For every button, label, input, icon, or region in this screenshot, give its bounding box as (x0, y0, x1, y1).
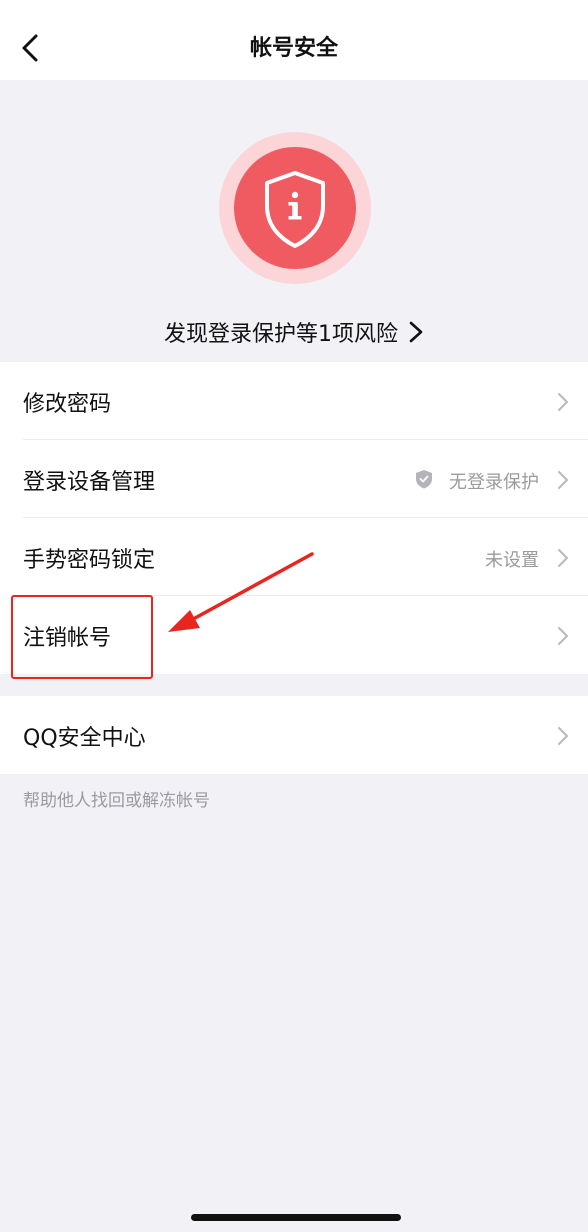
change-password-label: 修改密码 (23, 392, 112, 417)
navigation-bar: 帐号安全 (0, 0, 588, 80)
security-status-section: 发现登录保护等1项风险 (0, 80, 588, 362)
qq-security-center-list: QQ安全中心 (0, 696, 588, 774)
home-indicator[interactable] (191, 1214, 401, 1221)
qq-security-center-row[interactable]: QQ安全中心 (0, 696, 588, 774)
chevron-right-icon (408, 320, 424, 350)
gesture-lock-status: 未设置 (485, 550, 539, 571)
page-title: 帐号安全 (249, 36, 338, 61)
risk-summary-link[interactable]: 发现登录保护等1项风险 (0, 316, 588, 350)
gesture-lock-label: 手势密码锁定 (23, 548, 156, 573)
chevron-right-icon (557, 726, 569, 750)
device-management-label: 登录设备管理 (23, 470, 156, 495)
login-protection-status: 无登录保护 (449, 472, 539, 493)
annotation-highlight-box (11, 595, 153, 679)
annotation-arrow (168, 552, 314, 632)
qq-security-center-label: QQ安全中心 (23, 726, 146, 751)
device-management-row[interactable]: 登录设备管理 无登录保护 (0, 440, 588, 518)
chevron-right-icon (557, 548, 569, 572)
risk-summary-text: 发现登录保护等1项风险 (164, 322, 398, 347)
shield-info-icon (219, 132, 371, 284)
chevron-right-icon (557, 470, 569, 494)
shield-check-icon (415, 469, 433, 493)
change-password-row[interactable]: 修改密码 (0, 362, 588, 440)
chevron-right-icon (557, 392, 569, 416)
qq-security-center-description: 帮助他人找回或解冻帐号 (23, 791, 210, 811)
chevron-right-icon (557, 626, 569, 650)
